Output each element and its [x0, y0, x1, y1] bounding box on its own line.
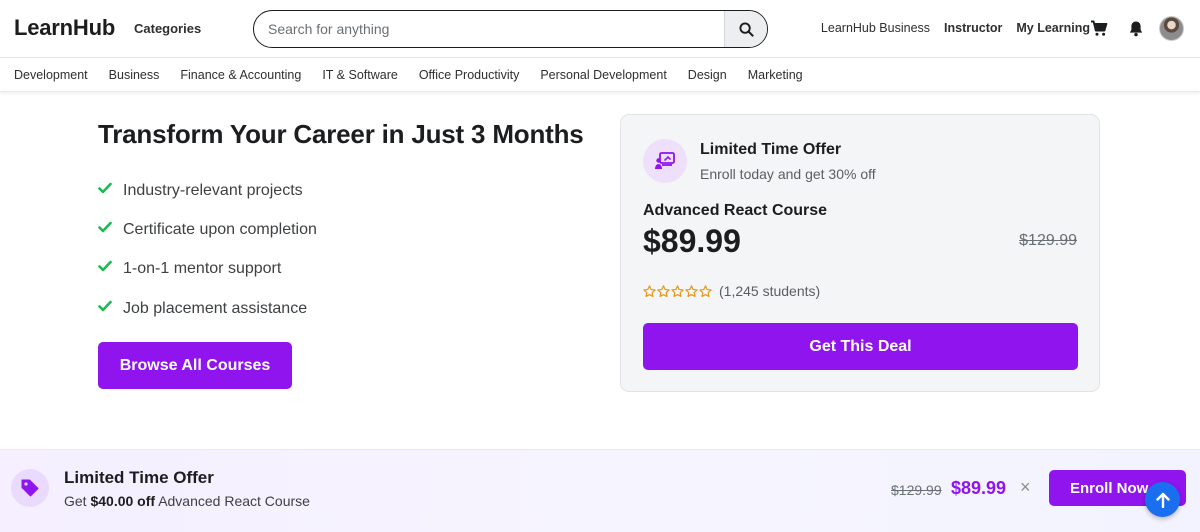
banner-title: Limited Time Offer: [64, 468, 214, 487]
search-icon: [738, 21, 754, 37]
current-price: $89.99: [643, 223, 741, 259]
nav-learnhub-business[interactable]: LearnHub Business: [821, 21, 930, 35]
banner-discount-amount: $40.00 off: [90, 493, 156, 509]
cart-button[interactable]: [1088, 17, 1110, 39]
feature-item: Industry-relevant projects: [98, 171, 317, 210]
student-count: (1,245 students): [719, 283, 821, 299]
logo[interactable]: LearnHub: [14, 15, 115, 41]
star-rating: [643, 284, 712, 298]
bell-icon: [1129, 21, 1143, 36]
star-icon: [643, 284, 656, 297]
course-name: Advanced React Course: [643, 202, 828, 219]
arrow-up-icon: [1155, 492, 1170, 508]
feature-label: Industry-relevant projects: [123, 181, 303, 199]
banner-icon-badge: [11, 469, 49, 507]
feature-list: Industry-relevant projects Certificate u…: [98, 171, 317, 328]
category-link[interactable]: Office Productivity: [419, 68, 520, 82]
notifications-button[interactable]: [1125, 17, 1147, 39]
get-this-deal-button[interactable]: Get This Deal: [643, 323, 1078, 370]
category-link[interactable]: Business: [109, 68, 160, 82]
offer-banner: Limited Time Offer Get $40.00 off Advanc…: [0, 449, 1200, 532]
browse-all-courses-button[interactable]: Browse All Courses: [98, 342, 292, 389]
avatar[interactable]: [1159, 16, 1184, 41]
banner-original-price: $129.99: [891, 482, 942, 498]
scroll-to-top-button[interactable]: [1145, 482, 1180, 517]
hero-headline: Transform Your Career in Just 3 Months: [98, 119, 584, 149]
presentation-icon: [655, 152, 675, 169]
star-icon: [657, 284, 670, 297]
check-icon: [98, 300, 112, 311]
original-price: $129.99: [1019, 232, 1077, 249]
banner-subtitle: Get $40.00 off Advanced React Course: [64, 493, 310, 509]
nav-instructor[interactable]: Instructor: [944, 21, 1002, 35]
offer-icon-badge: [643, 139, 687, 183]
category-link[interactable]: Marketing: [748, 68, 803, 82]
nav-my-learning[interactable]: My Learning: [1016, 21, 1090, 35]
search-button[interactable]: [724, 11, 767, 47]
feature-label: 1-on-1 mentor support: [123, 260, 282, 278]
star-icon: [699, 284, 712, 297]
category-link[interactable]: Finance & Accounting: [180, 68, 301, 82]
banner-current-price: $89.99: [951, 478, 1007, 498]
feature-label: Certificate upon completion: [123, 220, 317, 238]
top-header: LearnHub Categories LearnHub Business In…: [0, 0, 1200, 58]
feature-item: 1-on-1 mentor support: [98, 250, 317, 289]
close-icon[interactable]: ×: [1020, 477, 1031, 498]
star-icon: [671, 284, 684, 297]
course-rating: (1,245 students): [643, 283, 820, 299]
feature-item: Job placement assistance: [98, 289, 317, 328]
category-link[interactable]: Personal Development: [540, 68, 666, 82]
feature-label: Job placement assistance: [123, 299, 308, 317]
offer-card: Limited Time Offer Enroll today and get …: [620, 114, 1100, 392]
category-link[interactable]: Development: [14, 68, 88, 82]
header-nav: LearnHub Business Instructor My Learning: [821, 21, 1090, 35]
offer-title: Limited Time Offer: [700, 141, 842, 158]
check-icon: [98, 182, 112, 193]
search-input[interactable]: [254, 11, 724, 47]
tag-icon: [21, 479, 39, 497]
offer-subtitle: Enroll today and get 30% off: [700, 166, 876, 182]
category-link[interactable]: Design: [688, 68, 727, 82]
category-bar: Development Business Finance & Accountin…: [0, 58, 1200, 92]
search-bar: [253, 10, 768, 48]
cart-icon: [1091, 20, 1108, 36]
banner-sub-prefix: Get: [64, 493, 87, 509]
categories-menu[interactable]: Categories: [134, 21, 201, 36]
check-icon: [98, 221, 112, 233]
feature-item: Certificate upon completion: [98, 210, 317, 249]
banner-course-name: Advanced React Course: [158, 493, 310, 509]
category-link[interactable]: IT & Software: [322, 68, 398, 82]
star-icon: [685, 284, 698, 297]
check-icon: [98, 260, 112, 272]
